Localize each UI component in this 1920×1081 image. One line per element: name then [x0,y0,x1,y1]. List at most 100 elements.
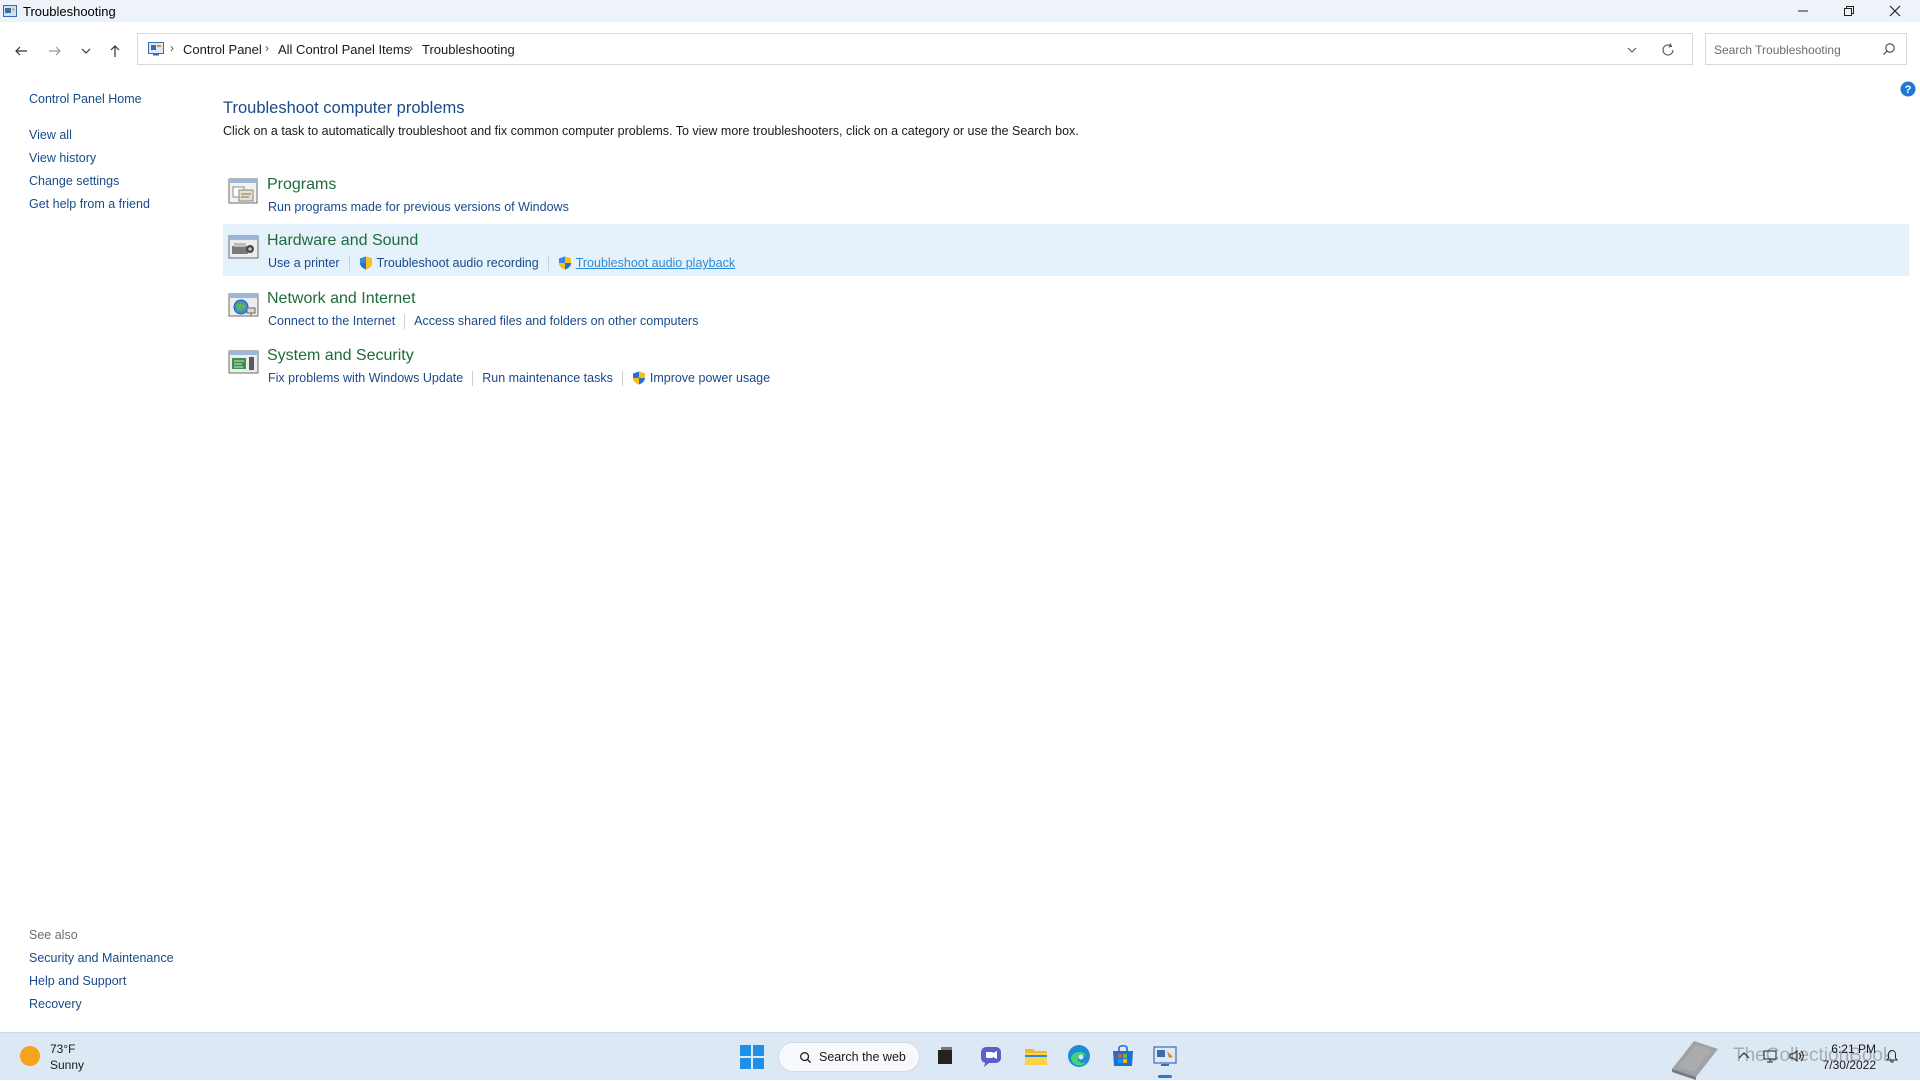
link-label: Use a printer [268,256,340,270]
page-description: Click on a task to automatically trouble… [223,124,1079,138]
edge-browser-icon[interactable] [1066,1043,1092,1069]
category-title-network-and-internet[interactable]: Network and Internet [267,290,416,308]
control-panel-icon [148,42,164,56]
chevron-up-icon[interactable] [1736,1048,1752,1064]
breadcrumb-separator: › [170,41,174,55]
link-improve-power-usage[interactable]: Improve power usage [632,371,770,385]
category-system-and-security: System and Security Fix problems with Wi… [223,339,1909,391]
link-label: Run programs made for previous versions … [268,200,569,214]
sidebar-item-view-all[interactable]: View all [29,128,72,142]
svg-text:?: ? [1905,84,1912,96]
category-title-programs[interactable]: Programs [267,176,336,194]
network-icon [228,293,259,317]
windows-start-icon[interactable] [740,1045,764,1069]
hardware-sound-icon [228,235,259,259]
link-fix-windows-update[interactable]: Fix problems with Windows Update [268,371,463,385]
help-icon[interactable]: ? [1900,81,1916,97]
navigation-bar: › Control Panel › All Control Panel Item… [0,30,1920,70]
category-title-system-and-security[interactable]: System and Security [267,347,414,365]
search-icon[interactable] [1882,42,1896,56]
arrow-up-icon [110,45,120,57]
active-app-indicator [1158,1075,1172,1078]
network-tray-icon[interactable] [1763,1048,1779,1064]
taskbar-search[interactable]: Search the web [778,1042,920,1072]
microsoft-store-icon[interactable] [1110,1043,1136,1069]
back-button[interactable] [8,38,34,64]
control-panel-taskbar-icon[interactable] [1152,1043,1178,1069]
recent-locations-button[interactable] [73,38,99,64]
link-use-a-printer[interactable]: Use a printer [268,256,340,270]
link-separator [404,313,406,329]
restore-button[interactable] [1826,0,1872,22]
link-separator [472,370,474,386]
sidebar-item-change-settings[interactable]: Change settings [29,174,119,188]
link-run-maintenance-tasks[interactable]: Run maintenance tasks [482,371,613,385]
system-security-icon [228,350,259,374]
close-icon [1889,5,1901,17]
see-also-help-and-support[interactable]: Help and Support [29,974,126,988]
breadcrumb-control-panel[interactable]: Control Panel [183,42,262,57]
chevron-down-icon [81,48,91,54]
forward-button[interactable] [42,38,68,64]
link-label: Fix problems with Windows Update [268,371,464,385]
uac-shield-icon [558,256,571,270]
refresh-icon[interactable] [1660,42,1676,58]
link-separator [547,255,549,271]
link-run-programs-previous-windows[interactable]: Run programs made for previous versions … [268,200,569,214]
breadcrumb-separator: › [409,41,413,55]
control-panel-home-link[interactable]: Control Panel Home [29,92,142,106]
up-button[interactable] [102,38,128,64]
restore-icon [1844,6,1854,16]
link-troubleshoot-audio-recording[interactable]: Troubleshoot audio recording [359,256,539,270]
file-explorer-icon[interactable] [1023,1043,1049,1069]
clock-date[interactable]: 7/30/2022 [1823,1058,1876,1072]
chat-icon[interactable] [978,1043,1004,1069]
weather-temperature[interactable]: 73°F [50,1042,75,1056]
close-button[interactable] [1872,0,1918,22]
search-icon [800,1052,812,1064]
category-links-programs: Run programs made for previous versions … [268,198,569,216]
category-links-system-and-security: Fix problems with Windows Update Run mai… [268,369,770,387]
breadcrumb-separator: › [265,41,269,55]
breadcrumb-all-control-panel-items[interactable]: All Control Panel Items [278,42,410,57]
notifications-icon[interactable] [1884,1048,1900,1064]
sidebar-item-view-history[interactable]: View history [29,151,96,165]
troubleshooting-app-icon [3,5,17,17]
uac-shield-icon [359,256,372,270]
category-network-and-internet: Network and Internet Connect to the Inte… [223,282,1909,334]
uac-shield-icon [632,371,645,385]
link-connect-to-the-internet[interactable]: Connect to the Internet [268,314,395,328]
address-history-chevron-icon[interactable] [1624,42,1640,58]
link-label: Troubleshoot audio playback [575,256,736,270]
minimize-button[interactable] [1780,0,1826,22]
arrow-left-icon [15,46,27,56]
category-title-hardware-and-sound[interactable]: Hardware and Sound [267,232,418,250]
window-title: Troubleshooting [23,4,116,19]
see-also-security-and-maintenance[interactable]: Security and Maintenance [29,951,174,965]
link-separator [348,255,350,271]
taskbar-search-label: Search the web [819,1050,906,1064]
minimize-icon [1798,10,1808,12]
sidebar-item-get-help-from-a-friend[interactable]: Get help from a friend [29,197,150,211]
page-title: Troubleshoot computer problems [223,99,465,117]
breadcrumb-troubleshooting[interactable]: Troubleshooting [422,42,515,57]
search-box[interactable] [1705,33,1907,65]
sun-icon[interactable] [20,1046,40,1066]
book-watermark-icon [1672,1041,1718,1080]
link-label: Run maintenance tasks [482,371,613,385]
address-bar[interactable]: › Control Panel › All Control Panel Item… [137,33,1693,65]
title-bar: Troubleshooting [0,0,1920,22]
weather-condition[interactable]: Sunny [50,1058,84,1072]
link-label: Access shared files and folders on other… [414,314,699,328]
task-view-icon[interactable] [932,1043,958,1069]
search-input[interactable] [1712,40,1876,60]
category-links-hardware-and-sound: Use a printer Troubleshoot audio recordi… [268,254,735,272]
link-access-shared-files[interactable]: Access shared files and folders on other… [414,314,698,328]
clock-time[interactable]: 6:21 PM [1831,1042,1876,1056]
link-label: Connect to the Internet [268,314,396,328]
link-separator [621,370,623,386]
category-hardware-and-sound: Hardware and Sound Use a printer Trouble… [223,224,1909,276]
see-also-recovery[interactable]: Recovery [29,997,82,1011]
link-troubleshoot-audio-playback[interactable]: Troubleshoot audio playback [558,256,735,270]
volume-icon[interactable] [1788,1048,1804,1064]
